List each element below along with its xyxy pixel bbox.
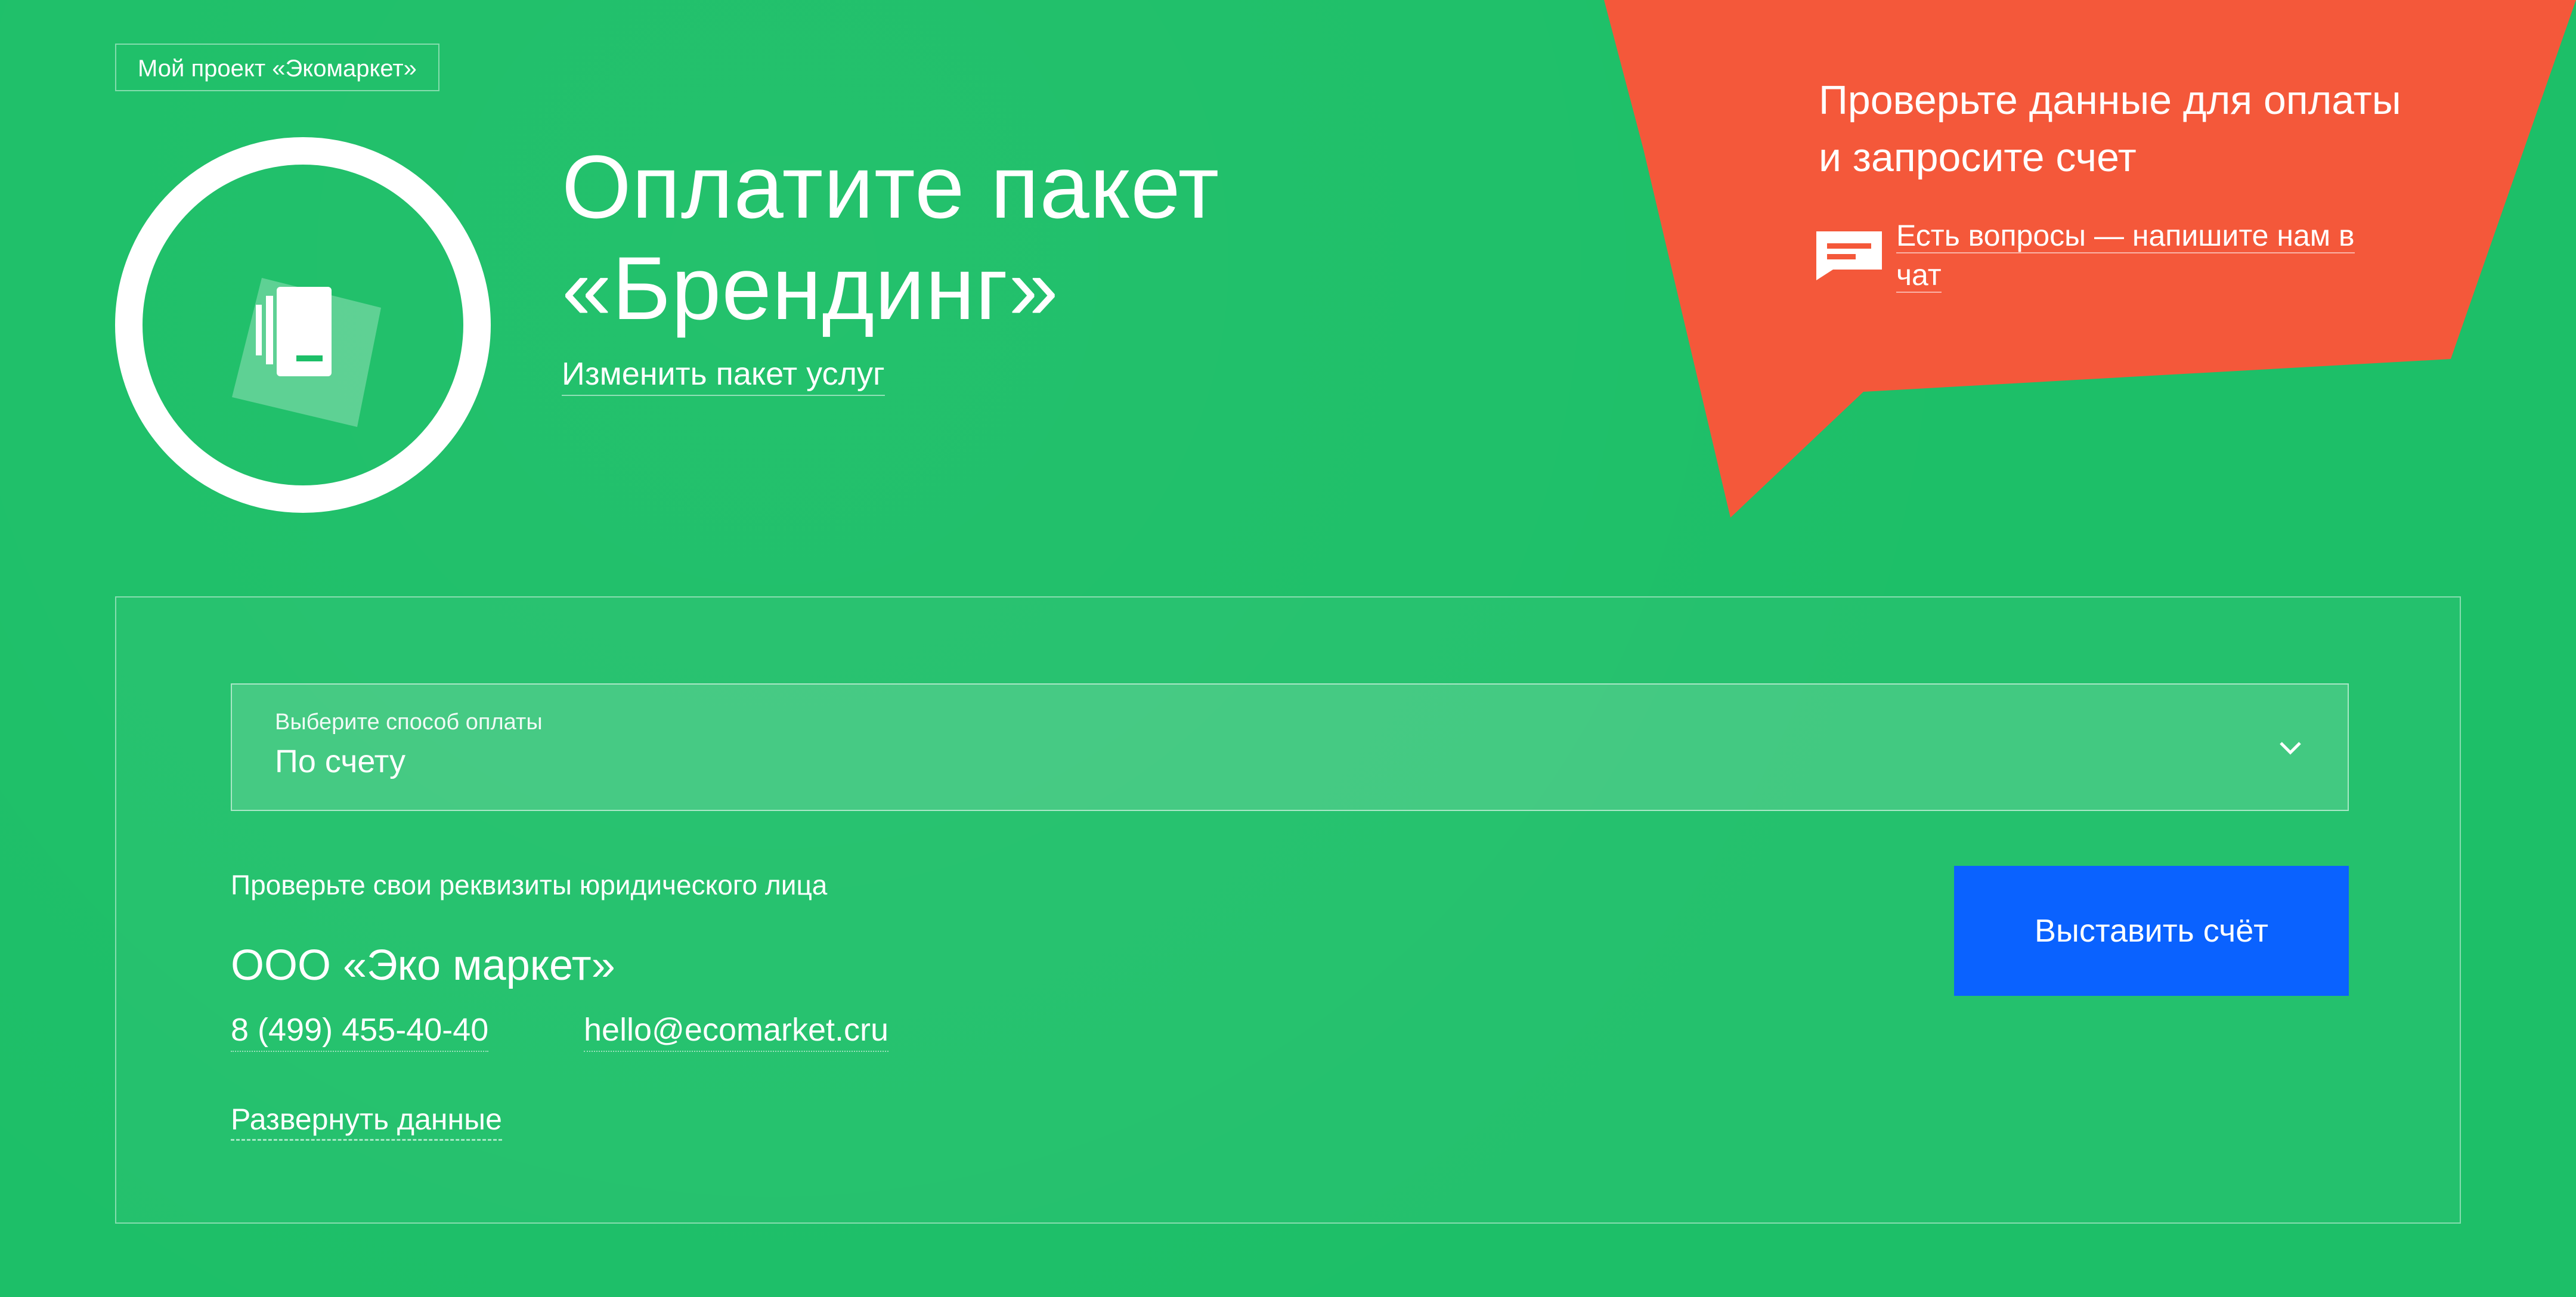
chat-link-questions[interactable]: Есть вопросы — [1896, 219, 2086, 253]
change-package-link[interactable]: Изменить пакет услуг — [562, 353, 885, 396]
payment-panel: Выберите способ оплаты По счету Проверьт… — [115, 596, 2461, 1224]
page-title: Оплатите пакет «Брендинг» — [562, 136, 1219, 339]
documents-icon — [232, 278, 381, 427]
requisites-label: Проверьте свои реквизиты юридического ли… — [231, 869, 828, 900]
email-link[interactable]: hello@ecomarket.cru — [584, 1009, 889, 1052]
chat-link[interactable]: Есть вопросы — напишите нам в чат — [1896, 216, 2385, 295]
page-title-line1: Оплатите пакет — [562, 137, 1220, 237]
phone-link[interactable]: 8 (499) 455-40-40 — [231, 1009, 489, 1052]
payment-method-value: По счету — [275, 744, 405, 779]
expand-data-link[interactable]: Развернуть данные — [231, 1100, 502, 1141]
payment-method-label: Выберите способ оплаты — [275, 710, 543, 735]
chevron-down-icon[interactable] — [2276, 733, 2305, 762]
project-chip[interactable]: Мой проект «Экомаркет» — [115, 44, 439, 91]
logo-ring — [115, 137, 491, 513]
payment-method-select[interactable]: Выберите способ оплаты По счету — [231, 683, 2349, 811]
company-name: ООО «Эко маркет» — [231, 942, 615, 989]
issue-invoice-button[interactable]: Выставить счёт — [1954, 866, 2349, 996]
chat-icon — [1816, 231, 1882, 280]
page-title-line2: «Брендинг» — [562, 238, 1059, 338]
bubble-title: Проверьте данные для оплаты и запросите … — [1819, 78, 2401, 180]
